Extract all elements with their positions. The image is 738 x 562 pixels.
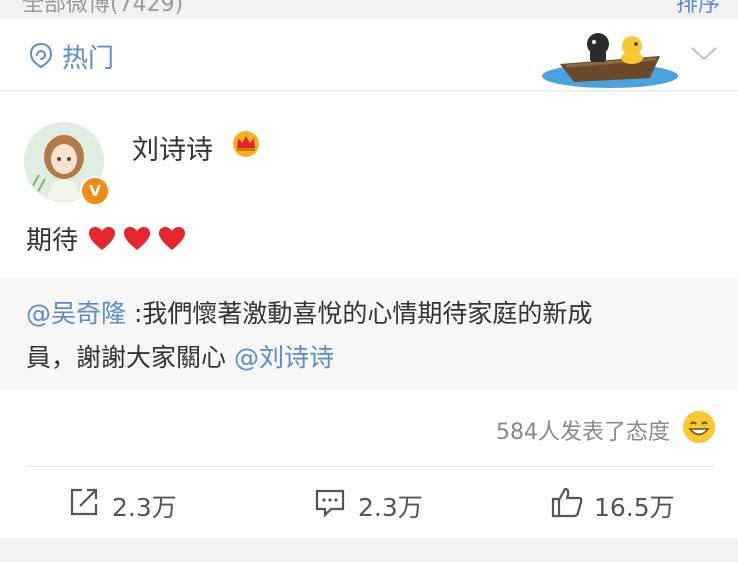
top-strip: 全部微博(7429) 排序 bbox=[0, 0, 738, 18]
hot-bar[interactable]: 热门 bbox=[0, 18, 738, 91]
attitude-text: 584人发表了态度 bbox=[496, 420, 670, 445]
comment-count: 2.3万 bbox=[358, 493, 423, 522]
comment-button[interactable]: 2.3万 bbox=[314, 484, 444, 524]
hot-location-icon bbox=[29, 42, 53, 68]
verified-badge-icon: V bbox=[80, 176, 110, 206]
mention-link[interactable]: @刘诗诗 bbox=[234, 343, 334, 372]
repost-icon bbox=[70, 488, 98, 516]
laughing-emoji-icon bbox=[683, 411, 715, 443]
mention-link[interactable]: @吴奇隆 bbox=[26, 299, 126, 328]
bottom-gap bbox=[0, 538, 738, 562]
heart-icon bbox=[159, 227, 186, 250]
boat-decoration-icon bbox=[542, 33, 678, 88]
attitude-row[interactable]: 584人发表了态度 bbox=[456, 410, 716, 446]
post-text: 期待 bbox=[26, 226, 79, 256]
thumbs-up-icon bbox=[551, 487, 583, 518]
avatar[interactable]: V bbox=[24, 122, 110, 206]
all-weibo-tab[interactable]: 全部微博(7429) bbox=[22, 0, 183, 18]
repost-text: 員，謝謝大家關心 bbox=[26, 343, 234, 372]
username[interactable]: 刘诗诗 bbox=[132, 128, 213, 167]
repost-text: :我們懷著激動喜悅的心情期待家庭的新成 bbox=[126, 299, 593, 328]
hot-label: 热门 bbox=[62, 44, 115, 74]
repost-line-1: @吴奇隆 :我們懷著激動喜悅的心情期待家庭的新成 bbox=[26, 294, 592, 330]
repost-button[interactable]: 2.3万 bbox=[68, 484, 198, 524]
weibo-post-card: V 刘诗诗 期待 @吴奇隆 :我們懷著激動喜悅的心情期待家庭的新成 員，謝謝大家… bbox=[0, 92, 738, 538]
comment-icon bbox=[315, 489, 345, 518]
heart-icon bbox=[124, 227, 151, 250]
like-count: 16.5万 bbox=[594, 493, 675, 522]
hearts bbox=[88, 226, 188, 252]
sort-button[interactable]: 排序 bbox=[676, 0, 720, 18]
repost-count: 2.3万 bbox=[112, 493, 177, 522]
crown-icon bbox=[233, 131, 259, 157]
repost-block[interactable]: @吴奇隆 :我們懷著激動喜悅的心情期待家庭的新成 員，謝謝大家關心 @刘诗诗 bbox=[0, 278, 738, 390]
repost-line-2: 員，謝謝大家關心 @刘诗诗 bbox=[26, 338, 334, 374]
like-button[interactable]: 16.5万 bbox=[550, 484, 700, 524]
chevron-down-icon[interactable] bbox=[690, 44, 718, 64]
divider bbox=[26, 466, 714, 467]
heart-icon bbox=[89, 227, 115, 250]
